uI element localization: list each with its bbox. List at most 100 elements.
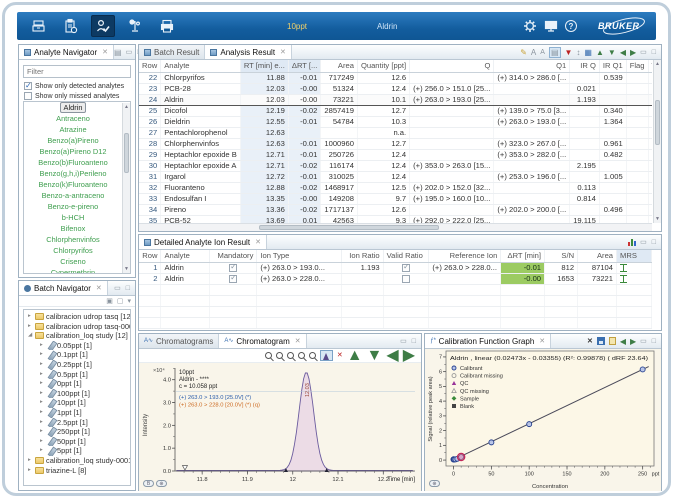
analysis-table-row[interactable]: 32 Fluoranteno 12.88 -0.02 1468917 12.5 … xyxy=(139,182,652,193)
mandatory-checkbox[interactable] xyxy=(229,275,237,283)
list-view-icon[interactable]: ▤ xyxy=(549,47,561,58)
tree-item[interactable]: ▸ 5ppt [1] xyxy=(24,446,130,456)
tab-chromatograms[interactable]: A∿ Chromatograms xyxy=(139,334,219,348)
col-rt[interactable]: RT [min] e... xyxy=(240,60,288,72)
valid-ratio-checkbox[interactable] xyxy=(402,264,410,272)
maximize-icon[interactable]: □ xyxy=(126,285,131,292)
tab-analysis-result[interactable]: Analysis Result ✕ xyxy=(205,45,292,59)
filter-icon[interactable]: ▼ xyxy=(565,48,573,57)
next-row-icon[interactable]: ▼ xyxy=(608,48,616,57)
zoom-x-icon[interactable] xyxy=(298,352,305,359)
zoom-icon[interactable] xyxy=(265,352,272,359)
reset-zoom-icon[interactable]: ✕ xyxy=(337,351,343,360)
analyte-list-item[interactable]: Cypermethrin xyxy=(24,267,122,274)
col-drt[interactable]: ΔRT [... xyxy=(288,60,320,72)
close-tab-icon[interactable]: ✕ xyxy=(539,337,545,345)
close-tab-icon[interactable]: ✕ xyxy=(280,48,286,56)
detail-header-row[interactable]: Row Analyte Mandatory Ion Type Ion Ratio… xyxy=(139,250,652,262)
scroll-up-icon[interactable]: ▲ xyxy=(654,60,661,68)
plot-nav-buttons[interactable]: B ⊕ xyxy=(143,480,167,487)
chart-icon[interactable] xyxy=(628,238,636,246)
expander-icon[interactable]: ▸ xyxy=(40,408,47,418)
display-icon[interactable] xyxy=(544,20,558,32)
link-editor-icon[interactable]: ▢ xyxy=(117,297,124,306)
calibration-plot[interactable]: 050100150200250ppt01234567Aldrin , linea… xyxy=(425,349,661,491)
tree-item[interactable]: ▸ calibracion udrop tasq-0001 [12] xyxy=(24,322,130,332)
analyte-list-item[interactable]: Benzo(a)Pireno xyxy=(24,135,122,146)
col-ion-type[interactable]: Ion Type xyxy=(257,250,342,262)
col-irq1[interactable]: IR Q1 xyxy=(599,60,626,72)
analyte-list-item[interactable]: Atrazine xyxy=(24,124,122,135)
previous-row-icon[interactable]: ▲ xyxy=(596,48,604,57)
save-icon[interactable] xyxy=(597,337,605,345)
plot-nav-button[interactable]: ⊕ xyxy=(156,480,167,487)
detail-table-row[interactable]: 1 Aldrin (+) 263.0 > 193.0... 1.193 (+) … xyxy=(139,262,652,273)
next-trace-icon[interactable]: ▶ xyxy=(403,351,415,360)
edit-note-icon[interactable]: ✎ xyxy=(520,48,527,57)
previous-analyte-icon[interactable]: ◀ xyxy=(620,48,626,57)
previous-peak-up-icon[interactable]: ▲ xyxy=(347,351,363,360)
expander-icon[interactable]: ▸ xyxy=(40,370,47,380)
col-area[interactable]: Area xyxy=(321,60,358,72)
tree-item[interactable]: ▸ 2.5ppt [1] xyxy=(24,418,130,428)
analyte-list-item[interactable]: Benzo(b)Fluroanteno xyxy=(24,157,122,168)
tree-item[interactable]: ▸ 50ppt [1] xyxy=(24,437,130,447)
expander-icon[interactable]: ▸ xyxy=(40,341,47,351)
analyte-list-item[interactable]: Aldrin xyxy=(24,102,122,113)
analysis-vscrollbar[interactable]: ▲ ▼ xyxy=(653,60,661,223)
analysis-table-row[interactable]: 33 Endosulfan I 13.35 -0.00 149208 9.7 (… xyxy=(139,193,652,204)
close-tab-icon[interactable]: ✕ xyxy=(102,48,108,56)
expander-icon[interactable]: ◢ xyxy=(28,331,35,341)
show-detected-checkbox-row[interactable]: Show only detected analytes xyxy=(24,82,124,90)
detail-table-row[interactable] xyxy=(139,317,652,328)
detail-table-row[interactable] xyxy=(139,284,652,295)
analysis-table-row[interactable]: 30 Heptachlor epoxide A 12.71 -0.02 1161… xyxy=(139,160,652,171)
checkbox-checked[interactable] xyxy=(24,82,32,90)
tree-item[interactable]: ▸ 10ppt [1] xyxy=(24,398,130,408)
analyte-list-item[interactable]: Benzo-a-antraceno xyxy=(24,190,122,201)
expander-icon[interactable]: ▸ xyxy=(40,389,47,399)
col-visited[interactable]: Visited xyxy=(648,60,652,72)
minimize-icon[interactable]: ▭ xyxy=(400,337,408,345)
chromatogram-plot[interactable]: 11.811.91212.112.20.01.02.03.04.0×10⁴Int… xyxy=(139,363,421,491)
sort-icon[interactable]: ↕ xyxy=(576,48,580,57)
col-analyte[interactable]: Analyte xyxy=(161,250,209,262)
tools-icon[interactable]: ✕ xyxy=(587,337,593,346)
col-quantity[interactable]: Quantity [ppt] xyxy=(357,60,409,72)
expander-icon[interactable]: ▸ xyxy=(28,312,35,322)
maximize-icon[interactable]: □ xyxy=(652,49,657,56)
tree-item[interactable]: ▸ 1ppt [1] xyxy=(24,408,130,418)
close-tab-icon[interactable]: ✕ xyxy=(96,284,102,292)
data-archive-button[interactable] xyxy=(27,15,51,37)
worklist-button[interactable] xyxy=(59,15,83,37)
analysis-table-row[interactable]: 29 Heptachlor epoxide B 12.71 -0.01 2507… xyxy=(139,149,652,160)
quantitation-button[interactable] xyxy=(123,15,147,37)
col-mandatory[interactable]: Mandatory xyxy=(209,250,257,262)
previous-trace-icon[interactable]: ◀ xyxy=(386,351,398,360)
analysis-table-row[interactable]: 26 Dieldrin 12.55 -0.01 54784 10.3 (+) 2… xyxy=(139,116,652,127)
expander-icon[interactable]: ▸ xyxy=(28,456,35,466)
tree-item[interactable]: ▸ calibracion udrop tasq [12] xyxy=(24,312,130,322)
analysis-hscrollbar[interactable] xyxy=(139,223,652,231)
review-button[interactable] xyxy=(91,15,115,37)
tree-item[interactable]: ▸ 0.05ppt [1] xyxy=(24,341,130,351)
print-button[interactable] xyxy=(155,15,179,37)
analysis-table-row[interactable]: 31 Irgarol 12.72 -0.01 310025 12.4 (+) 2… xyxy=(139,171,652,182)
mandatory-checkbox[interactable] xyxy=(229,264,237,272)
settings-gear-icon[interactable] xyxy=(523,19,537,33)
col-analyte[interactable]: Analyte xyxy=(161,60,241,72)
export-icon[interactable] xyxy=(609,337,616,345)
tree-item[interactable]: ▸ 0.1ppt [1] xyxy=(24,350,130,360)
maximize-icon[interactable]: □ xyxy=(652,239,657,246)
analysis-table-row[interactable]: 23 PCB-28 12.03 -0.00 51324 12.4 (+) 256… xyxy=(139,83,652,94)
analysis-table-row[interactable]: 25 Dicofol 12.19 -0.02 2857419 12.7 (+) … xyxy=(139,105,652,116)
scroll-down-icon[interactable]: ▼ xyxy=(654,215,661,223)
analysis-header-row[interactable]: Row Analyte RT [min] e... ΔRT [... Area … xyxy=(139,60,652,72)
col-mrs[interactable]: MRS xyxy=(617,250,652,262)
col-irq[interactable]: IR Q xyxy=(570,60,600,72)
font-search-icon[interactable]: A xyxy=(540,48,545,57)
previous-analyte-icon[interactable]: ◀ xyxy=(620,337,626,346)
view-menu-icon[interactable]: ▾ xyxy=(127,297,131,306)
analyte-list-item[interactable]: Chlorphenvinfos xyxy=(24,234,122,245)
col-area[interactable]: Area xyxy=(578,250,617,262)
